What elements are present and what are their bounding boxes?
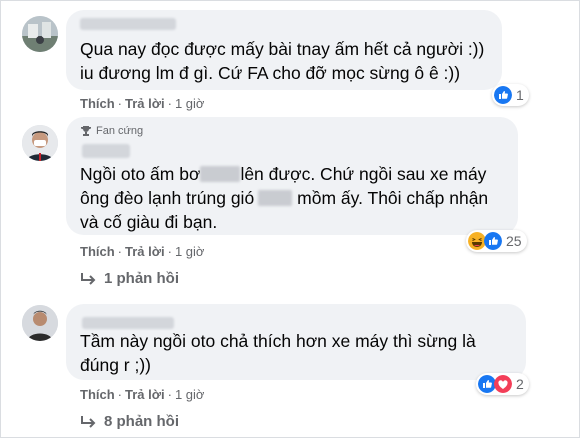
like-button[interactable]: Thích [80, 96, 115, 111]
fan-badge[interactable]: Fan cứng [80, 125, 143, 137]
reaction-count: 1 [516, 87, 524, 103]
like-reaction-icon [484, 232, 502, 250]
love-reaction-icon [494, 375, 512, 393]
like-button[interactable]: Thích [80, 244, 115, 259]
reply-button[interactable]: Trả lời [125, 244, 165, 259]
replies-label: 1 phản hồi [104, 270, 179, 287]
like-button[interactable]: Thích [80, 387, 115, 402]
author-name[interactable] [82, 144, 130, 158]
censored-text [258, 190, 293, 206]
comment-actions: Thích · Trả lời · 1 giờ [80, 244, 205, 259]
view-replies-link[interactable]: 8 phản hồi [80, 413, 179, 430]
reaction-count: 25 [506, 233, 522, 249]
fan-badge-label: Fan cứng [96, 125, 144, 137]
timestamp[interactable]: 1 giờ [175, 244, 205, 259]
replies-label: 8 phản hồi [104, 413, 179, 430]
reaction-summary[interactable]: 1 [492, 84, 529, 106]
author-name[interactable] [82, 317, 174, 329]
avatar[interactable] [22, 16, 58, 52]
censored-text [200, 166, 241, 182]
comment-text: Ngồi oto ấm bơ lên được. Chứ ngồi sau xe … [80, 162, 510, 234]
reaction-count: 2 [516, 376, 524, 392]
timestamp[interactable]: 1 giờ [175, 387, 205, 402]
view-replies-link[interactable]: 1 phản hồi [80, 270, 179, 287]
comment-text: Qua nay đọc được mấy bài tnay ấm hết cả … [80, 39, 485, 83]
timestamp[interactable]: 1 giờ [175, 96, 205, 111]
reaction-summary[interactable]: 25 [466, 230, 527, 252]
author-name[interactable] [80, 18, 176, 30]
comment-actions: Thích · Trả lời · 1 giờ [80, 96, 205, 111]
reply-button[interactable]: Trả lời [125, 96, 165, 111]
comment-actions: Thích · Trả lời · 1 giờ [80, 387, 205, 402]
reply-arrow-icon [81, 272, 96, 285]
comment-text-part: Ngồi oto ấm bơ [80, 164, 201, 184]
reply-button[interactable]: Trả lời [125, 387, 165, 402]
like-reaction-icon [494, 86, 512, 104]
comment-text: Tầm này ngồi oto chả thích hơn xe máy th… [80, 331, 476, 375]
avatar[interactable] [22, 125, 58, 161]
trophy-icon [81, 126, 91, 136]
reaction-summary[interactable]: 2 [476, 373, 529, 395]
reply-arrow-icon [81, 415, 96, 428]
avatar[interactable] [22, 305, 58, 341]
